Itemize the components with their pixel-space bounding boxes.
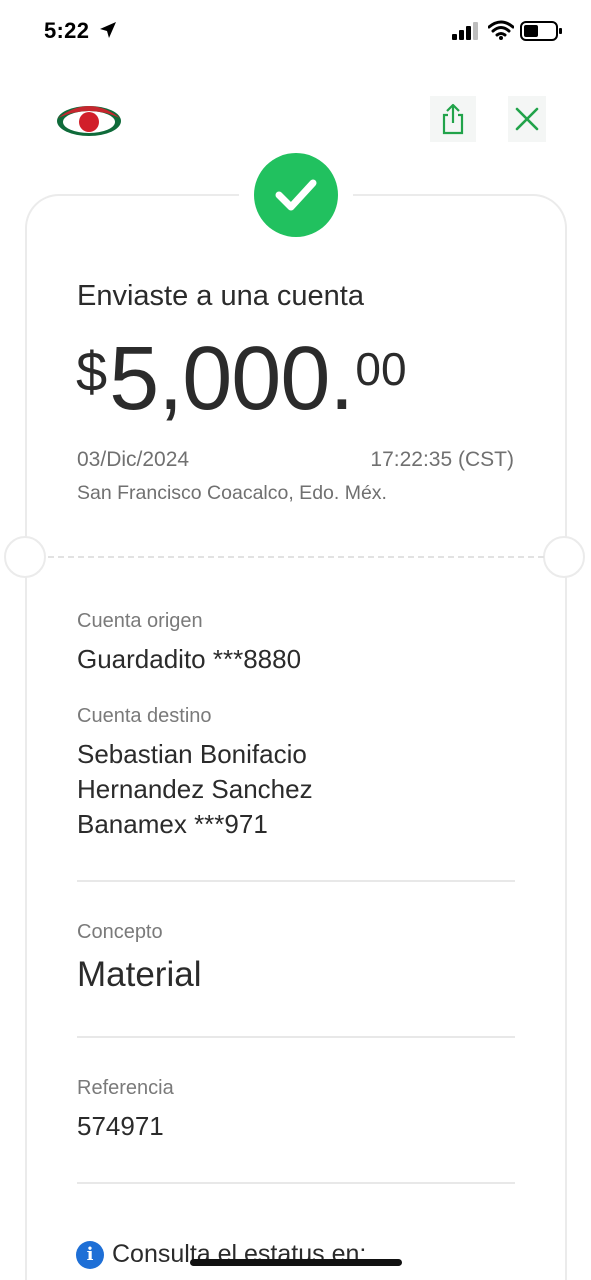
receipt-notch-left	[4, 536, 46, 578]
check-icon	[275, 179, 317, 211]
reference-value: 574971	[77, 1111, 164, 1141]
transaction-time: 17:22:35 (CST)	[370, 448, 514, 471]
reference-label: Referencia	[77, 1077, 174, 1099]
amount-currency: $	[76, 340, 108, 403]
location-arrow-icon	[100, 22, 116, 38]
amount-integer: 5,000.	[109, 329, 354, 429]
home-indicator[interactable]	[190, 1259, 402, 1266]
divider	[77, 1182, 515, 1184]
receipt-title: Enviaste a una cuenta	[77, 280, 364, 312]
destination-bank-line: Banamex ***971	[77, 809, 268, 839]
receipt-notch-right	[543, 536, 585, 578]
battery-icon	[520, 21, 562, 41]
close-button[interactable]	[508, 96, 546, 142]
origin-account-label: Cuenta origen	[77, 610, 203, 632]
divider	[77, 1036, 515, 1038]
share-icon	[442, 103, 464, 135]
share-button[interactable]	[430, 96, 476, 142]
amount-decimals: 00	[355, 343, 407, 395]
success-badge	[254, 153, 338, 237]
bank-logo	[52, 96, 126, 140]
concept-label: Concepto	[77, 921, 163, 943]
wifi-icon	[488, 20, 514, 40]
transaction-location: San Francisco Coacalco, Edo. Méx.	[77, 482, 387, 504]
destination-name-line-2: Hernandez Sanchez	[77, 774, 313, 804]
info-icon: i	[76, 1240, 104, 1269]
destination-account-label: Cuenta destino	[77, 705, 212, 727]
close-icon	[515, 107, 539, 131]
origin-account-value: Guardadito ***8880	[77, 644, 302, 674]
divider	[77, 880, 515, 882]
cellular-signal-icon	[452, 22, 478, 40]
status-time: 5:22	[44, 18, 90, 43]
destination-name-line-1: Sebastian Bonifacio	[77, 739, 307, 769]
receipt-tear-line	[48, 556, 544, 558]
amount: $ 5,000. 00	[76, 334, 407, 434]
concept-value: Material	[77, 955, 202, 994]
transaction-date: 03/Dic/2024	[77, 448, 190, 471]
status-bar: 5:22	[0, 0, 591, 62]
